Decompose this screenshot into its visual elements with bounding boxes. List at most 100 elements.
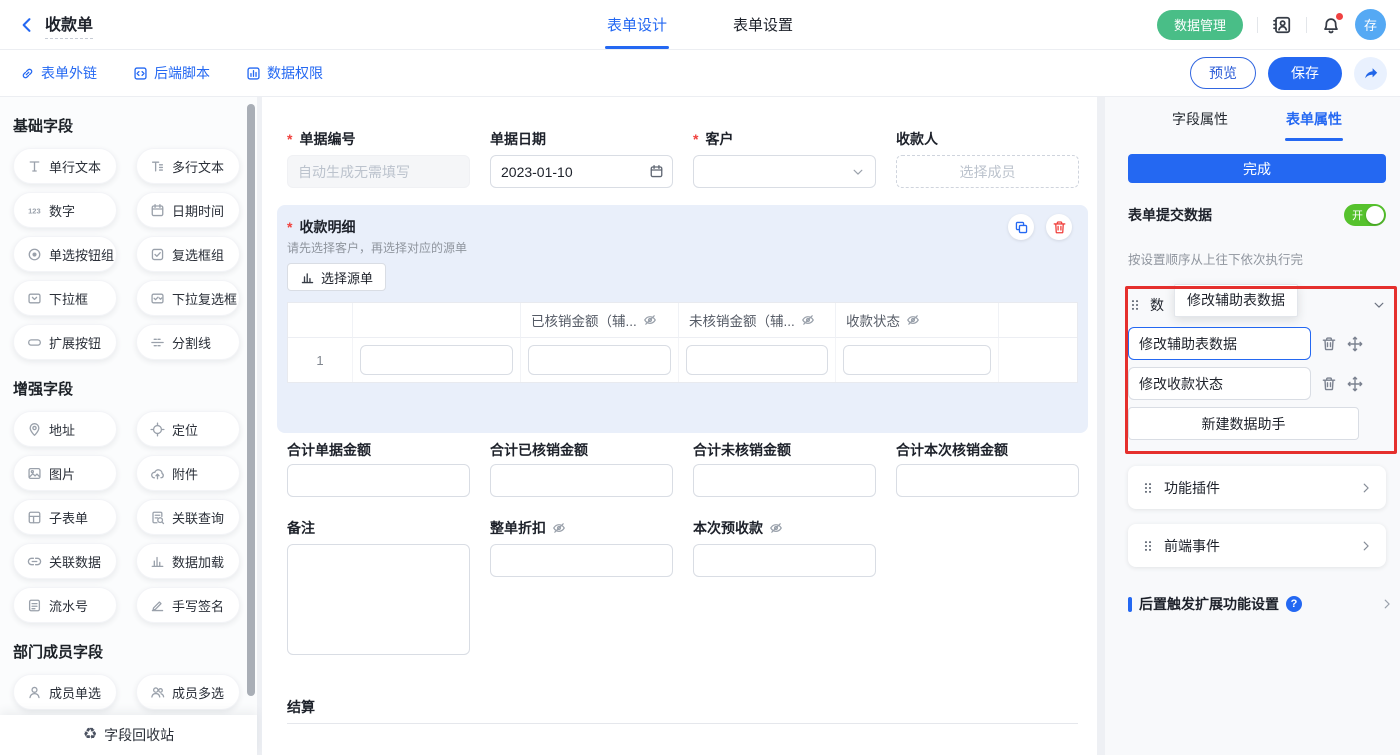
collapsed-section-card[interactable]: 前端事件	[1128, 524, 1386, 567]
field-type-item[interactable]: 地址	[13, 411, 117, 447]
customer-select[interactable]	[693, 155, 876, 188]
toolbar-link[interactable]: 表单外链	[20, 63, 97, 83]
field-type-item[interactable]: 附件	[136, 455, 240, 491]
copy-field-button[interactable]	[1008, 214, 1034, 240]
chevron-down-icon[interactable]	[1372, 298, 1386, 312]
field-type-label: 成员单选	[49, 683, 101, 702]
save-button[interactable]: 保存	[1268, 57, 1342, 90]
toolbar-link-label: 后端脚本	[154, 63, 210, 83]
field-remark[interactable]: 备注	[287, 519, 470, 660]
eye-slash-icon[interactable]	[906, 313, 920, 327]
field-type-item[interactable]: 分割线	[136, 324, 240, 360]
panel-tab[interactable]: 表单属性	[1284, 97, 1344, 141]
main-tab[interactable]: 表单设计	[605, 0, 669, 49]
order-discount-input[interactable]	[490, 544, 673, 577]
cell-input[interactable]	[528, 345, 671, 375]
post-trigger-settings[interactable]: 后置触发扩展功能设置 ?	[1128, 594, 1394, 614]
document-no-input[interactable]	[287, 155, 470, 188]
field-type-item[interactable]: 日期时间	[136, 192, 240, 228]
collapsed-section-card[interactable]: 功能插件	[1128, 466, 1386, 509]
recycle-label: 字段回收站	[104, 725, 174, 745]
notification-bell[interactable]	[1321, 15, 1341, 35]
field-type-item[interactable]: 下拉复选框	[136, 280, 240, 316]
assistant-item-input[interactable]	[1128, 367, 1311, 400]
copy-icon	[1014, 220, 1029, 235]
field-order-discount[interactable]: 整单折扣	[490, 519, 673, 660]
field-type-item[interactable]: 单行文本	[13, 148, 117, 184]
eye-slash-icon[interactable]	[643, 313, 657, 327]
field-type-item[interactable]: 成员单选	[13, 674, 117, 710]
done-button[interactable]: 完成	[1128, 154, 1386, 183]
avatar[interactable]: 存	[1355, 9, 1386, 40]
total-field-input[interactable]	[693, 464, 876, 497]
sidebar-scrollbar[interactable]	[247, 104, 255, 696]
field-type-item[interactable]: 数据加载	[136, 543, 240, 579]
data-manage-button[interactable]: 数据管理	[1157, 10, 1243, 40]
drag-handle-icon[interactable]	[1141, 481, 1155, 495]
table-column-header	[999, 303, 1077, 338]
field-document-no[interactable]: 单据编号	[287, 130, 470, 188]
field-type-item[interactable]: 下拉框	[13, 280, 117, 316]
field-type-item[interactable]: 成员多选	[136, 674, 240, 710]
field-type-item[interactable]: 多行文本	[136, 148, 240, 184]
field-type-item[interactable]: 图片	[13, 455, 117, 491]
document-date-input[interactable]	[490, 155, 673, 188]
trash-icon[interactable]	[1321, 336, 1337, 352]
eye-slash-icon[interactable]	[801, 313, 815, 327]
table-column-header: 收款状态	[836, 303, 999, 338]
field-document-date[interactable]: 单据日期	[490, 130, 673, 188]
field-type-item[interactable]: 复选框组	[136, 236, 240, 272]
field-type-item[interactable]: 手写签名	[136, 587, 240, 623]
trash-icon[interactable]	[1321, 376, 1337, 392]
field-customer[interactable]: 客户	[693, 130, 876, 188]
move-icon[interactable]	[1347, 376, 1363, 392]
delete-field-button[interactable]	[1046, 214, 1072, 240]
total-field[interactable]: 合计单据金额	[287, 441, 470, 497]
share-button[interactable]	[1354, 57, 1387, 90]
select-source-button[interactable]: 选择源单	[287, 263, 386, 291]
field-type-item[interactable]: 关联查询	[136, 499, 240, 535]
toolbar-link[interactable]: 后端脚本	[133, 63, 210, 83]
new-data-assistant-button[interactable]: 新建数据助手	[1128, 407, 1359, 440]
contact-book-icon[interactable]	[1272, 15, 1292, 35]
total-field[interactable]: 合计已核销金额	[490, 441, 673, 497]
field-type-item[interactable]: 流水号	[13, 587, 117, 623]
field-payee[interactable]: 收款人 选择成员	[896, 130, 1079, 188]
eye-slash-icon[interactable]	[769, 521, 783, 535]
payee-member-picker[interactable]: 选择成员	[896, 155, 1079, 188]
assistant-item-input[interactable]	[1128, 327, 1311, 360]
cell-input[interactable]	[843, 345, 991, 375]
field-type-item[interactable]: 关联数据	[13, 543, 117, 579]
total-field-input[interactable]	[896, 464, 1079, 497]
field-type-item[interactable]: 123 数字	[13, 192, 117, 228]
field-recycle-bin[interactable]: ♻ 字段回收站	[0, 715, 257, 755]
remark-textarea[interactable]	[287, 544, 470, 655]
drag-handle-icon[interactable]	[1128, 298, 1142, 312]
back-icon[interactable]	[18, 16, 36, 34]
cell-input[interactable]	[686, 345, 828, 375]
field-type-item[interactable]: 单选按钮组	[13, 236, 117, 272]
eye-slash-icon[interactable]	[552, 521, 566, 535]
field-prepayment[interactable]: 本次预收款	[693, 519, 876, 660]
toolbar-link-label: 表单外链	[41, 63, 97, 83]
field-type-item[interactable]: 定位	[136, 411, 240, 447]
subform-payment-detail[interactable]: 收款明细 请先选择客户，再选择对应的源单 选择源单 已核销金额（辅...	[277, 205, 1088, 433]
prepayment-input[interactable]	[693, 544, 876, 577]
panel-tab[interactable]: 字段属性	[1170, 97, 1230, 141]
cell-input[interactable]	[360, 345, 513, 375]
toolbar-link[interactable]: 数据权限	[246, 63, 323, 83]
main-tab[interactable]: 表单设置	[731, 0, 795, 49]
submit-data-toggle[interactable]: 开	[1344, 204, 1386, 226]
field-type-item[interactable]: 子表单	[13, 499, 117, 535]
drag-handle-icon[interactable]	[1141, 539, 1155, 553]
field-type-label: 下拉复选框	[172, 289, 237, 308]
total-field-input[interactable]	[490, 464, 673, 497]
total-field-input[interactable]	[287, 464, 470, 497]
field-type-item[interactable]: 扩展按钮	[13, 324, 117, 360]
move-icon[interactable]	[1347, 336, 1363, 352]
total-field[interactable]: 合计未核销金额	[693, 441, 876, 497]
calendar-icon[interactable]	[649, 164, 664, 179]
total-field[interactable]: 合计本次核销金额	[896, 441, 1079, 497]
help-icon[interactable]: ?	[1286, 596, 1302, 612]
preview-button[interactable]: 预览	[1190, 57, 1256, 89]
